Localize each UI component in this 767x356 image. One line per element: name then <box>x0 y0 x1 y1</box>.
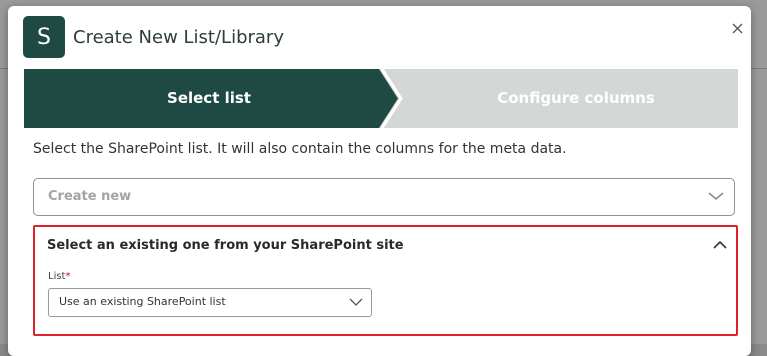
logo-letter: S <box>37 24 51 50</box>
list-field-label: List* <box>48 271 70 282</box>
list-label-text: List <box>48 271 66 282</box>
required-marker: * <box>65 271 71 282</box>
step-select-list[interactable]: Select list <box>24 69 394 128</box>
chevron-down-icon <box>349 298 363 306</box>
chevron-down-icon <box>708 192 724 201</box>
create-new-select-value: Create new <box>48 189 132 204</box>
close-icon <box>732 23 742 33</box>
existing-panel-title: Select an existing one from your SharePo… <box>47 238 404 253</box>
step-configure-columns[interactable]: Configure columns <box>414 69 738 128</box>
wizard-steps: Select list Configure columns <box>24 69 738 128</box>
create-new-select[interactable]: Create new <box>33 178 735 216</box>
create-list-dialog: S Create New List/Library Select list Co… <box>8 6 751 356</box>
app-logo: S <box>23 16 65 58</box>
description-text: Select the SharePoint list. It will also… <box>33 141 567 157</box>
list-select[interactable]: Use an existing SharePoint list <box>48 288 372 317</box>
list-select-value: Use an existing SharePoint list <box>59 295 226 308</box>
dialog-title: Create New List/Library <box>73 27 284 48</box>
chevron-up-icon[interactable] <box>712 239 728 250</box>
existing-list-panel: Select an existing one from your SharePo… <box>33 225 738 336</box>
close-button[interactable] <box>729 20 745 36</box>
